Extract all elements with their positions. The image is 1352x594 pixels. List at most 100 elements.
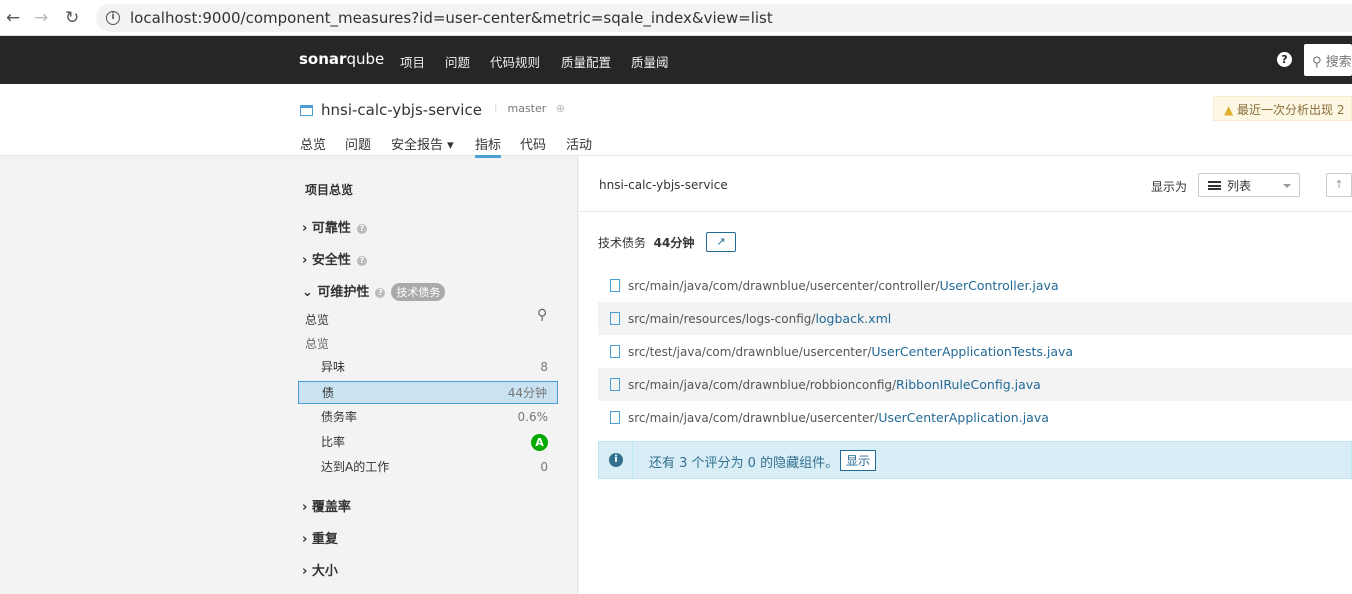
- chevron-down-icon: [1283, 184, 1291, 192]
- breadcrumb[interactable]: hnsi-calc-ybjs-service: [599, 178, 728, 192]
- warning-icon: ▲: [1224, 103, 1238, 117]
- view-value: 列表: [1227, 179, 1252, 193]
- metric-debt-ratio[interactable]: 债务率 0.6%: [298, 406, 558, 429]
- metric-label: 技术债务: [598, 236, 647, 250]
- group-reliability[interactable]: › 可靠性?: [302, 217, 367, 236]
- file-path: src/main/resources/logs-config/: [628, 312, 816, 326]
- metric-label: 比率: [321, 435, 346, 449]
- metric-code-smells[interactable]: 异味 8: [298, 356, 558, 379]
- sidebar-title[interactable]: 项目总览: [305, 181, 353, 198]
- info-icon: i: [106, 11, 120, 25]
- file-name[interactable]: UserController.java: [940, 278, 1059, 293]
- file-icon: [610, 345, 620, 358]
- group-label: 可维护性: [317, 285, 370, 300]
- rating-badge: A: [531, 434, 548, 451]
- group-security[interactable]: › 安全性?: [302, 249, 367, 268]
- bubble-chart-icon[interactable]: ⚲: [537, 307, 547, 323]
- file-icon: [610, 411, 620, 424]
- metric-debt[interactable]: 债 44分钟: [298, 381, 558, 404]
- tab-activity[interactable]: 活动: [566, 134, 592, 153]
- file-name[interactable]: UserCenterApplication.java: [878, 410, 1049, 425]
- metric-rating[interactable]: 比率 A: [298, 431, 558, 454]
- help-icon: ?: [356, 224, 367, 234]
- url-bar[interactable]: i localhost:9000/component_measures?id=us…: [96, 4, 1352, 32]
- group-label: 覆盖率: [311, 500, 351, 515]
- metric-value: 44分钟: [507, 386, 547, 400]
- metric-label: 债务率: [321, 410, 358, 424]
- branch-selector[interactable]: ⁞ master ⊕: [494, 102, 565, 115]
- tab-measures[interactable]: 指标: [475, 134, 502, 158]
- file-row[interactable]: src/main/java/com/drawnblue/usercenter/U…: [598, 401, 1352, 434]
- tab-code[interactable]: 代码: [520, 134, 546, 153]
- nav-gates[interactable]: 质量阈: [631, 52, 669, 71]
- back-icon[interactable]: ←: [6, 8, 20, 28]
- project-icon: [300, 105, 313, 116]
- show-hidden-button[interactable]: 显示: [840, 450, 877, 471]
- file-name[interactable]: UserCenterApplicationTests.java: [871, 344, 1073, 359]
- nav-rules[interactable]: 代码规则: [490, 52, 540, 71]
- search-placeholder: 搜索: [1325, 55, 1352, 70]
- top-nav: sonarqube 项目 问题 代码规则 质量配置 质量阈 ?: [0, 36, 1352, 84]
- file-path: src/main/java/com/drawnblue/usercenter/c…: [628, 279, 940, 293]
- overview-link[interactable]: 总览: [305, 311, 329, 328]
- metric-label: 债: [322, 386, 335, 400]
- nav-profiles[interactable]: 质量配置: [561, 52, 611, 71]
- file-row[interactable]: src/main/java/com/drawnblue/usercenter/c…: [598, 269, 1352, 302]
- project-name[interactable]: hnsi-calc-ybjs-service: [300, 101, 482, 119]
- branch-name: master: [507, 102, 547, 115]
- view-label: 显示为: [1151, 180, 1188, 194]
- group-maintainability[interactable]: ⌄ 可维护性? 技术债务: [302, 281, 446, 301]
- file-row[interactable]: src/main/java/com/drawnblue/robbionconfi…: [598, 368, 1352, 401]
- sonarqube-logo[interactable]: sonarqube: [299, 50, 384, 68]
- group-duplication[interactable]: › 重复: [302, 528, 338, 547]
- file-name[interactable]: logback.xml: [815, 311, 891, 326]
- divider: [632, 442, 633, 478]
- metric-effort-to-a[interactable]: 达到A的工作 0: [298, 456, 558, 479]
- group-size[interactable]: › 大小: [302, 560, 338, 579]
- group-label: 重复: [311, 532, 338, 547]
- metric-value: 44分钟: [653, 236, 695, 250]
- warning-text: 最近一次分析出现 2: [1237, 103, 1345, 117]
- help-icon: ?: [356, 256, 367, 266]
- group-label: 大小: [311, 564, 338, 579]
- file-icon: [610, 312, 620, 325]
- add-branch-icon[interactable]: ⊕: [556, 102, 565, 115]
- project-name-text: hnsi-calc-ybjs-service: [321, 101, 482, 119]
- tab-security[interactable]: 安全报告 ▾: [391, 134, 454, 153]
- metric-label: 异味: [321, 360, 346, 374]
- file-path: src/main/java/com/drawnblue/robbionconfi…: [628, 378, 897, 392]
- nav-issues[interactable]: 问题: [445, 52, 470, 71]
- logo-rest: qube: [346, 50, 385, 68]
- nav-projects[interactable]: 项目: [400, 52, 425, 71]
- reload-icon[interactable]: ↻: [65, 8, 79, 28]
- tab-overview[interactable]: 总览: [300, 134, 326, 153]
- metric-summary: 技术债务 44分钟: [598, 234, 694, 251]
- search-input[interactable]: ⚲ 搜索: [1304, 44, 1352, 76]
- analysis-warning[interactable]: ▲ 最近一次分析出现 2: [1213, 96, 1352, 121]
- list-icon: [1208, 181, 1221, 190]
- help-icon: ?: [375, 288, 386, 298]
- file-row[interactable]: src/test/java/com/drawnblue/usercenter/U…: [598, 335, 1352, 368]
- details-header: hnsi-calc-ybjs-service 显示为 列表 ↑: [579, 156, 1352, 212]
- notice-text: 还有 3 个评分为 0 的隐藏组件。: [649, 456, 839, 471]
- url-text: localhost:9000/component_measures?id=use…: [130, 9, 773, 27]
- file-name[interactable]: RibbonIRuleConfig.java: [896, 377, 1041, 392]
- tab-issues[interactable]: 问题: [345, 134, 371, 153]
- forward-icon[interactable]: →: [34, 8, 48, 28]
- project-header: hnsi-calc-ybjs-service ⁞ master ⊕ ▲ 最近一次分…: [0, 84, 1352, 158]
- help-icon[interactable]: ?: [1277, 52, 1292, 67]
- trend-icon: ↗: [716, 235, 726, 248]
- group-label: 可靠性: [311, 221, 351, 236]
- logo-bold: sonar: [299, 50, 347, 68]
- file-row[interactable]: src/main/resources/logs-config/logback.x…: [598, 302, 1352, 335]
- group-label: 安全性: [311, 253, 351, 268]
- view-select[interactable]: 列表: [1198, 173, 1300, 197]
- history-chart-button[interactable]: ↗: [706, 232, 736, 252]
- search-icon: ⚲: [1312, 55, 1326, 70]
- group-coverage[interactable]: › 覆盖率: [302, 496, 351, 515]
- metric-value: 0: [540, 460, 548, 474]
- up-button[interactable]: ↑: [1326, 173, 1352, 197]
- measure-details: hnsi-calc-ybjs-service 显示为 列表 ↑ 技术债务 44分…: [579, 156, 1352, 594]
- file-path: src/test/java/com/drawnblue/usercenter/: [628, 345, 872, 359]
- file-icon: [610, 378, 620, 391]
